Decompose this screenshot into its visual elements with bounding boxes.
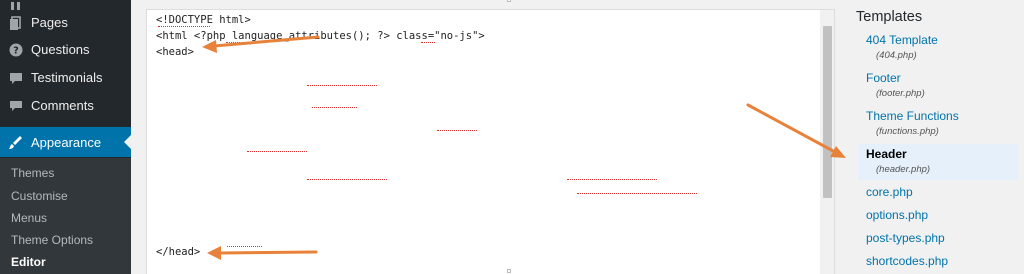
arrow-to-head-close xyxy=(218,250,318,255)
arrowhead-icon xyxy=(207,246,221,260)
annotation-arrows xyxy=(202,35,846,260)
arrow-to-header-template xyxy=(746,103,837,154)
arrow-to-head-open xyxy=(212,35,320,48)
arrowhead-icon xyxy=(202,40,217,53)
